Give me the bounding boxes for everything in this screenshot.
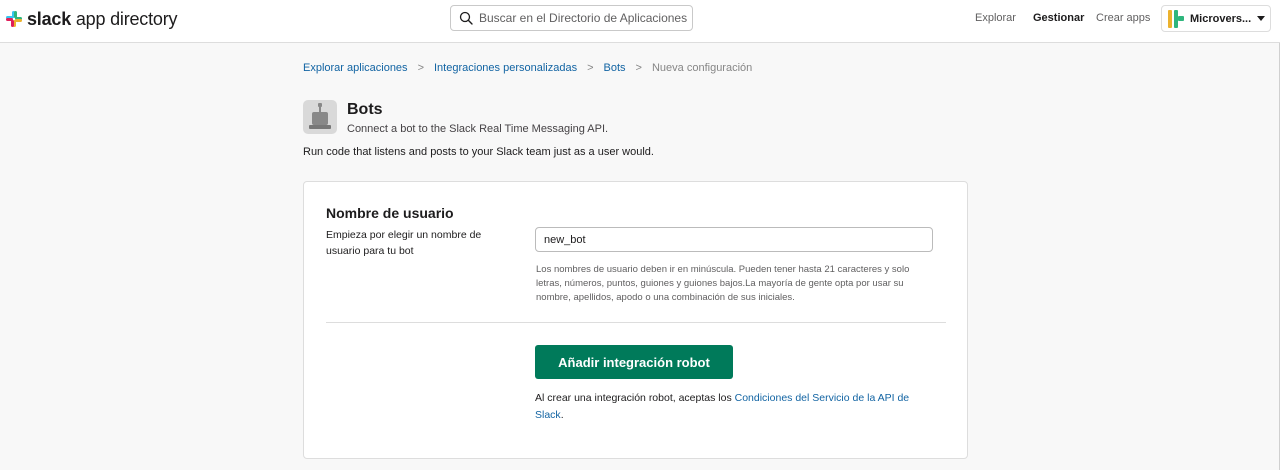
nav-crear-apps[interactable]: Crear apps [1096, 12, 1150, 24]
bot-config-card: Nombre de usuario Empieza por elegir un … [303, 181, 968, 459]
terms-suffix: . [560, 409, 564, 421]
search-icon [459, 11, 473, 25]
app-description: Run code that listens and posts to your … [303, 146, 654, 158]
username-input[interactable] [535, 227, 933, 252]
workspace-switcher[interactable]: Microvers... [1161, 5, 1271, 32]
breadcrumb-separator: > [635, 62, 642, 74]
logo-rest-text: app directory [71, 8, 178, 29]
breadcrumb-current: Nueva configuración [651, 62, 753, 74]
app-subtitle: Connect a bot to the Slack Real Time Mes… [347, 123, 609, 135]
breadcrumb: Explorar aplicaciones > Integraciones pe… [303, 62, 752, 74]
nav-explorar[interactable]: Explorar [975, 12, 1016, 24]
breadcrumb-explorar-aplicaciones[interactable]: Explorar aplicaciones [303, 62, 408, 74]
breadcrumb-bots[interactable]: Bots [604, 62, 626, 74]
username-field-help: Empieza por elegir un nombre de usuario … [326, 229, 482, 257]
add-bot-integration-button[interactable]: Añadir integración robot [535, 345, 733, 379]
robot-icon [303, 100, 337, 134]
terms-prefix: Al crear una integración robot, aceptas … [535, 392, 735, 404]
workspace-name: Microvers... [1190, 12, 1252, 25]
logo-bold-text: slack [27, 8, 72, 29]
nav-gestionar[interactable]: Gestionar [1033, 12, 1084, 24]
workspace-logo-icon [1168, 9, 1184, 28]
search-input[interactable] [479, 11, 689, 25]
slack-logo-icon [6, 11, 22, 27]
chevron-down-icon [1257, 16, 1266, 21]
username-hint: Los nombres de usuario deben ir en minús… [536, 264, 910, 303]
app-title: Bots [347, 101, 383, 118]
slack-app-directory-logo[interactable]: slack app directory [5, 8, 178, 30]
breadcrumb-separator: > [587, 62, 594, 74]
search-box[interactable] [450, 5, 693, 31]
top-header: slack app directory Explorar Gestionar C… [0, 0, 1280, 43]
username-field-title: Nombre de usuario [326, 205, 454, 221]
divider [326, 322, 946, 323]
breadcrumb-separator: > [417, 62, 424, 74]
terms-text: Al crear una integración robot, aceptas … [535, 390, 935, 424]
breadcrumb-integraciones-personalizadas[interactable]: Integraciones personalizadas [434, 62, 577, 74]
